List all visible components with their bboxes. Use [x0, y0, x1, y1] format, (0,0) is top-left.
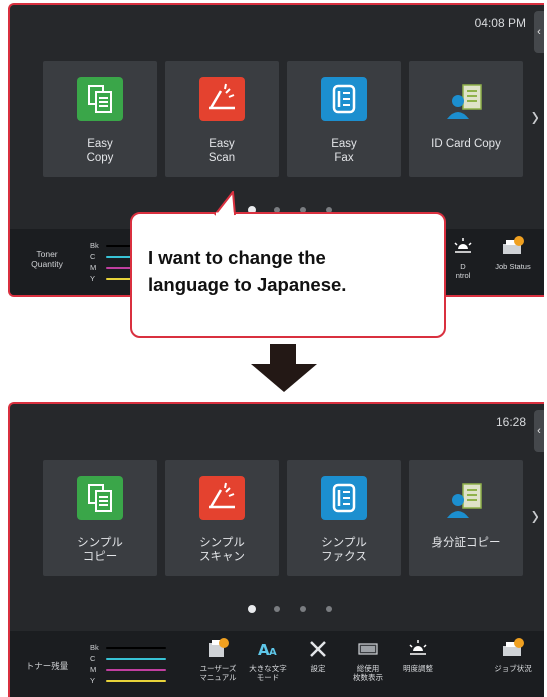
- tile-id-card-copy-ja[interactable]: 身分証コピー: [409, 460, 523, 576]
- large-text-icon: AA: [258, 641, 277, 659]
- page-dot-active[interactable]: [248, 605, 256, 613]
- tile-easy-copy[interactable]: Easy Copy: [43, 61, 157, 177]
- fax-icon: [321, 476, 367, 520]
- tile-label: ID Card Copy: [431, 138, 501, 150]
- toner-y-bar: [106, 680, 166, 682]
- brightness-control-button[interactable]: 明度調整: [393, 637, 443, 673]
- page-dot[interactable]: [326, 606, 332, 612]
- scan-icon: [199, 476, 245, 520]
- copy-icon: [77, 77, 123, 121]
- toner-quantity[interactable]: トナー残量 Bk C M Y: [18, 639, 166, 691]
- action-label: 大きな文字 モード: [249, 664, 287, 682]
- speech-callout: I want to change the language to Japanes…: [130, 212, 446, 338]
- job-status-button[interactable]: ジョブ状況: [488, 637, 538, 673]
- copy-icon: [77, 476, 123, 520]
- callout-tail: [214, 191, 236, 216]
- chevron-left-icon: ‹: [537, 26, 541, 38]
- next-page-arrow-icon[interactable]: ›: [532, 98, 539, 134]
- tile-easy-fax[interactable]: Easy Fax: [287, 61, 401, 177]
- action-label: ユーザーズ マニュアル: [199, 664, 237, 682]
- svg-text:A: A: [269, 647, 277, 658]
- callout-text: I want to change the language to Japanes…: [148, 247, 347, 295]
- job-status-icon: [503, 236, 524, 254]
- tile-label: シンプル スキャン: [199, 537, 245, 563]
- tile-id-card-copy[interactable]: ID Card Copy: [409, 61, 523, 177]
- user-manual-button[interactable]: ユーザーズ マニュアル: [193, 637, 243, 682]
- large-text-mode-button[interactable]: AA 大きな文字 モード: [243, 637, 293, 682]
- counter-icon: [358, 643, 378, 655]
- toner-c-bar: [106, 658, 166, 660]
- toner-bk-bar: [106, 647, 166, 649]
- side-panel-tab[interactable]: ‹: [534, 410, 544, 452]
- chevron-left-icon: ‹: [537, 425, 541, 437]
- scan-icon: [199, 77, 245, 121]
- tile-label: Easy Scan: [208, 138, 236, 164]
- settings-icon: [310, 641, 326, 657]
- tile-label: シンプル コピー: [77, 537, 123, 563]
- tile-label: 身分証コピー: [431, 537, 501, 549]
- toner-bk-label: Bk: [90, 241, 99, 250]
- toner-label: トナー残量: [25, 661, 69, 671]
- job-status-icon: [503, 638, 524, 656]
- settings-button[interactable]: 設定: [293, 637, 343, 673]
- page-dot[interactable]: [300, 606, 306, 612]
- action-label: 総使用 枚数表示: [353, 664, 383, 682]
- id-card-icon: [443, 476, 489, 520]
- toner-m-bar: [106, 669, 166, 671]
- fax-icon: [321, 77, 367, 121]
- tile-easy-scan[interactable]: Easy Scan: [165, 61, 279, 177]
- action-label: ジョブ状況: [494, 664, 532, 673]
- page-indicator[interactable]: [248, 605, 338, 614]
- tile-label: Easy Copy: [86, 138, 114, 164]
- toner-c-label: C: [90, 252, 96, 261]
- toner-y-label: Y: [90, 676, 96, 685]
- total-count-button[interactable]: 総使用 枚数表示: [343, 637, 393, 682]
- clock: 04:08 PM: [474, 16, 526, 30]
- action-label: 設定: [310, 664, 326, 673]
- id-card-icon: [443, 77, 489, 121]
- toner-m-label: M: [90, 263, 97, 272]
- next-page-arrow-icon[interactable]: ›: [532, 497, 539, 533]
- action-label: 明度調整: [403, 664, 433, 673]
- brightness-icon: [409, 640, 427, 655]
- toner-label: Toner Quantity: [31, 249, 63, 269]
- page-dot[interactable]: [274, 606, 280, 612]
- tile-label: Easy Fax: [331, 138, 357, 164]
- action-label: Job Status: [495, 262, 531, 271]
- tile-simple-fax[interactable]: シンプル ファクス: [287, 460, 401, 576]
- tile-simple-scan[interactable]: シンプル スキャン: [165, 460, 279, 576]
- job-status-button[interactable]: Job Status: [488, 235, 538, 271]
- brightness-icon: [454, 238, 472, 253]
- bottom-toolbar: トナー残量 Bk C M Y ユーザーズ マニュアル AA 大きな文字 モード …: [10, 631, 544, 697]
- down-arrow-icon: [251, 344, 317, 392]
- side-panel-tab[interactable]: ‹: [534, 11, 544, 53]
- tile-simple-copy[interactable]: シンプル コピー: [43, 460, 157, 576]
- user-manual-icon: [209, 638, 229, 657]
- toner-y-label: Y: [90, 274, 96, 283]
- toner-c-label: C: [90, 654, 96, 663]
- clock: 16:28: [495, 415, 526, 429]
- home-screen-japanese: 16:28 ‹ シンプル コピー シンプル スキャン シンプル ファクス 身分証…: [8, 402, 544, 697]
- toner-bk-label: Bk: [90, 643, 99, 652]
- toner-m-label: M: [90, 665, 97, 674]
- tile-label: シンプル ファクス: [321, 537, 367, 563]
